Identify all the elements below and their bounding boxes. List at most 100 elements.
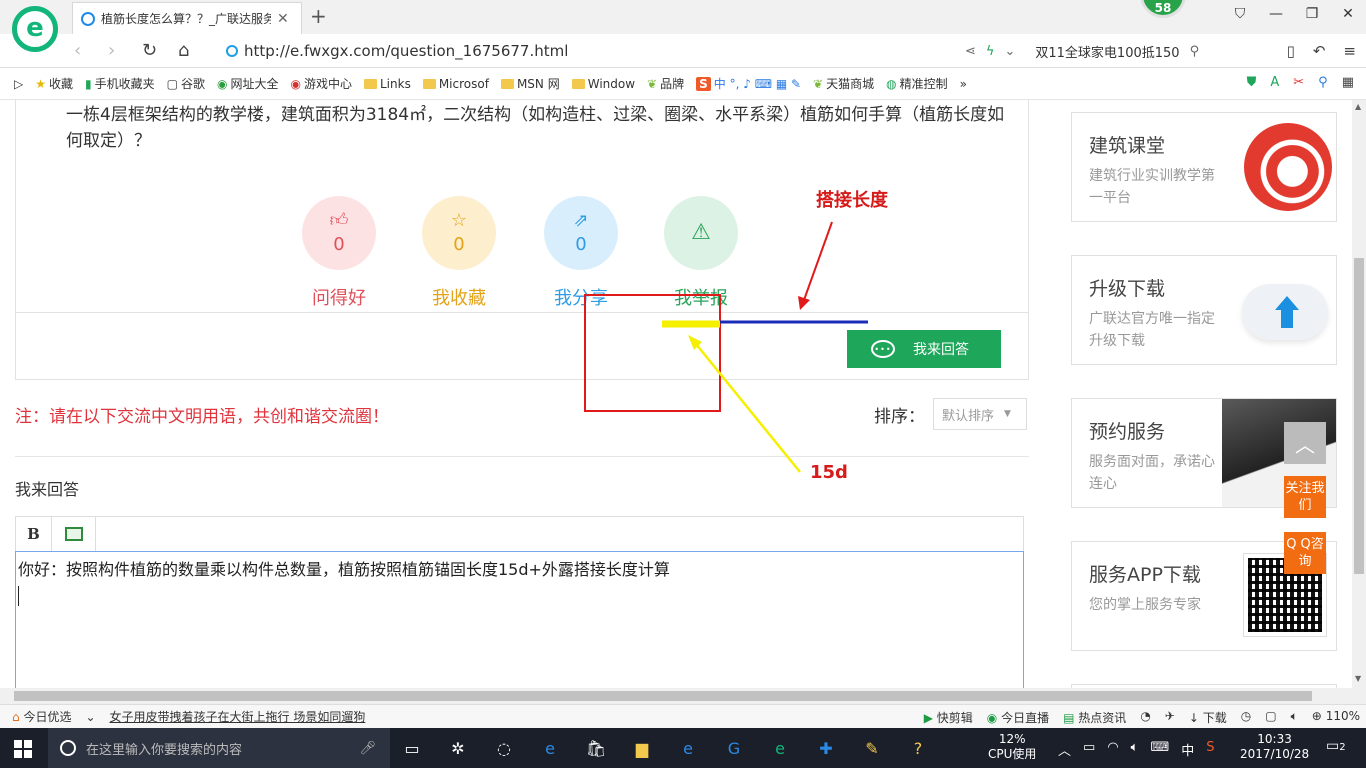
chevron-down-icon[interactable]: ⌄ — [85, 710, 95, 724]
fan-app-icon[interactable]: ✲ — [446, 736, 470, 760]
minimize-icon[interactable]: — — [1258, 6, 1294, 22]
more-bookmarks-icon[interactable]: » — [960, 77, 967, 91]
cut-icon[interactable]: ✂ — [1293, 75, 1304, 90]
live-button[interactable]: ◉ 今日直播 — [987, 709, 1049, 726]
pin-icon[interactable]: ✈ — [1165, 709, 1175, 726]
bookmark-msn[interactable]: MSN 网 — [500, 75, 560, 92]
chevron-up-icon[interactable]: ︿ — [1058, 740, 1071, 759]
browser-tab[interactable]: 植筋长度怎么算？？_广联达服务 ✕ — [72, 2, 302, 34]
download-button[interactable]: ↓ 下载 — [1189, 709, 1227, 726]
leaf-icon: ❦ — [813, 76, 824, 91]
battery-icon[interactable]: ▭ — [1083, 740, 1095, 759]
sogou-tray-icon[interactable]: S — [1206, 740, 1214, 759]
chevron-down-icon[interactable]: ⌄ — [1004, 44, 1015, 59]
windows-start-icon[interactable] — [14, 740, 32, 758]
sogou-toolbar[interactable]: S中 °, ♪ ⌨ ▦ ✎ — [696, 75, 801, 92]
hot-news-button[interactable]: ▤ 热点资讯 — [1063, 709, 1126, 726]
search-promo-text[interactable]: 双11全球家电100抵150 — [1035, 42, 1179, 61]
forward-icon[interactable]: › — [108, 40, 115, 61]
share-icon[interactable]: ⋖ — [965, 44, 976, 59]
bookmark-links[interactable]: Links — [364, 77, 411, 91]
speed-icon[interactable]: ◔ — [1140, 709, 1150, 726]
system-clock[interactable]: 10:33 2017/10/28 — [1240, 732, 1309, 762]
bookmark-mobile[interactable]: ▮ 手机收藏夹 — [85, 75, 155, 92]
tab-title: 植筋长度怎么算？？_广联达服务 — [101, 12, 271, 26]
cortana-icon — [60, 740, 76, 756]
bookmark-microsoft[interactable]: Microsof — [422, 77, 489, 91]
volume-icon[interactable]: 🔈︎ — [1291, 709, 1298, 726]
browser-logo[interactable]: e — [12, 6, 58, 52]
today-picks[interactable]: ⌂ 今日优选 — [12, 708, 71, 725]
notification-center[interactable]: ▭2 — [1326, 738, 1346, 754]
scroll-up-icon[interactable]: ▲ — [1355, 102, 1361, 111]
quick-edit-button[interactable]: ▶ 快剪辑 — [924, 709, 973, 726]
anchor-annotation: 15d — [810, 462, 848, 483]
star-icon: ★ — [35, 76, 46, 91]
tab-close-icon[interactable]: ✕ — [277, 11, 289, 27]
undo-icon[interactable]: ↶ — [1313, 42, 1326, 60]
search-icon[interactable]: ⚲ — [1318, 75, 1328, 90]
home-icon[interactable]: ⌂ — [178, 40, 189, 61]
sidebar-toggle-icon[interactable]: ▷ — [14, 77, 23, 91]
window-icon[interactable]: ▢ — [1265, 709, 1276, 726]
window-controls: ⛉ — ❐ ✕ — [1222, 6, 1366, 22]
file-explorer-icon[interactable]: ▆ — [630, 736, 654, 760]
close-window-icon[interactable]: ✕ — [1330, 6, 1366, 22]
translate-icon[interactable]: A — [1270, 75, 1279, 90]
plus-app-icon[interactable]: ✚ — [814, 736, 838, 760]
browser-swirl-icon[interactable]: ◌ — [492, 736, 516, 760]
notification-badge[interactable]: 58 — [1140, 0, 1186, 18]
ime-indicator[interactable]: 中 — [1181, 740, 1194, 759]
news-ticker-link[interactable]: 女子用皮带拽着孩子在大街上拖行 场景如同遛狗 — [110, 708, 366, 725]
folder-icon — [364, 78, 377, 89]
search-icon[interactable]: ⚲ — [1190, 44, 1200, 59]
menu-icon[interactable]: ≡ — [1343, 42, 1356, 60]
shirt-skin-icon[interactable]: ⛉ — [1222, 6, 1258, 22]
status-bar-tools: ▶ 快剪辑 ◉ 今日直播 ▤ 热点资讯 ◔ ✈ ↓ 下载 ◷ ▢ 🔈︎ ⊕ 11… — [924, 709, 1360, 726]
download-icon: ↓ — [1188, 711, 1199, 725]
zoom-level[interactable]: ⊕ 110% — [1312, 709, 1360, 726]
reload-icon[interactable]: ↻ — [142, 40, 157, 61]
notes-icon[interactable]: ✎ — [860, 736, 884, 760]
ie-icon[interactable]: e — [676, 736, 700, 760]
vertical-scrollbar[interactable]: ▲ ▼ — [1352, 100, 1366, 704]
bookmark-portal[interactable]: ◉ 网址大全 — [217, 75, 279, 92]
anchor-arrow — [695, 343, 801, 473]
url-text: http://e.fwxgx.com/question_1675677.html — [244, 42, 569, 60]
bookmark-tmall[interactable]: ❦ 天猫商城 — [813, 75, 874, 92]
microphone-icon[interactable]: 🎤︎ — [359, 741, 376, 756]
lightning-icon[interactable]: ϟ — [986, 44, 995, 59]
help-app-icon[interactable]: ? — [906, 736, 930, 760]
glodon-icon[interactable]: G — [722, 736, 746, 760]
bookmark-favorites[interactable]: ★ 收藏 — [35, 75, 73, 92]
grid-icon[interactable]: ▦ — [1342, 75, 1354, 90]
shield-icon[interactable]: ⛊ — [1247, 75, 1257, 90]
bookmark-games[interactable]: ◉ 游戏中心 — [291, 75, 353, 92]
back-icon[interactable]: ‹ — [74, 40, 81, 61]
scroll-down-icon[interactable]: ▼ — [1355, 674, 1361, 683]
vertical-scroll-thumb[interactable] — [1354, 258, 1364, 574]
bookmark-brand[interactable]: ❦ 品牌 — [647, 75, 684, 92]
wechat-icon: ◍ — [886, 76, 897, 91]
new-tab-icon[interactable]: + — [310, 4, 327, 28]
bookmark-google[interactable]: ▢ 谷歌 — [167, 75, 205, 92]
horizontal-scrollbar[interactable] — [0, 688, 1352, 704]
gift-icon: ⌂ — [12, 710, 20, 724]
cpu-usage[interactable]: 12% CPU使用 — [988, 732, 1036, 762]
url-field[interactable]: http://e.fwxgx.com/question_1675677.html — [226, 40, 1036, 62]
clean-icon[interactable]: ◷ — [1241, 709, 1251, 726]
taskbar-search[interactable]: 在这里输入你要搜索的内容 🎤︎ — [48, 728, 390, 768]
horizontal-scroll-thumb[interactable] — [14, 691, 1312, 701]
wifi-icon[interactable]: ◠ — [1107, 740, 1118, 759]
bookmark-windows[interactable]: Window — [571, 77, 635, 91]
task-view-icon[interactable]: ▭ — [400, 736, 424, 760]
edge-icon[interactable]: e — [538, 736, 562, 760]
bookmark-precision[interactable]: ◍ 精准控制 — [886, 75, 948, 92]
volume-icon[interactable]: 🔈︎ — [1131, 740, 1139, 759]
browser-tab-bar: e 植筋长度怎么算？？_广联达服务 ✕ + 58 ⛉ — ❐ ✕ — [0, 0, 1366, 52]
keyboard-icon[interactable]: ⌨ — [1150, 740, 1169, 759]
maximize-icon[interactable]: ❐ — [1294, 6, 1330, 22]
green-browser-icon[interactable]: e — [768, 736, 792, 760]
store-icon[interactable]: 🛍︎ — [584, 736, 608, 760]
mobile-icon[interactable]: ▯ — [1287, 42, 1295, 60]
